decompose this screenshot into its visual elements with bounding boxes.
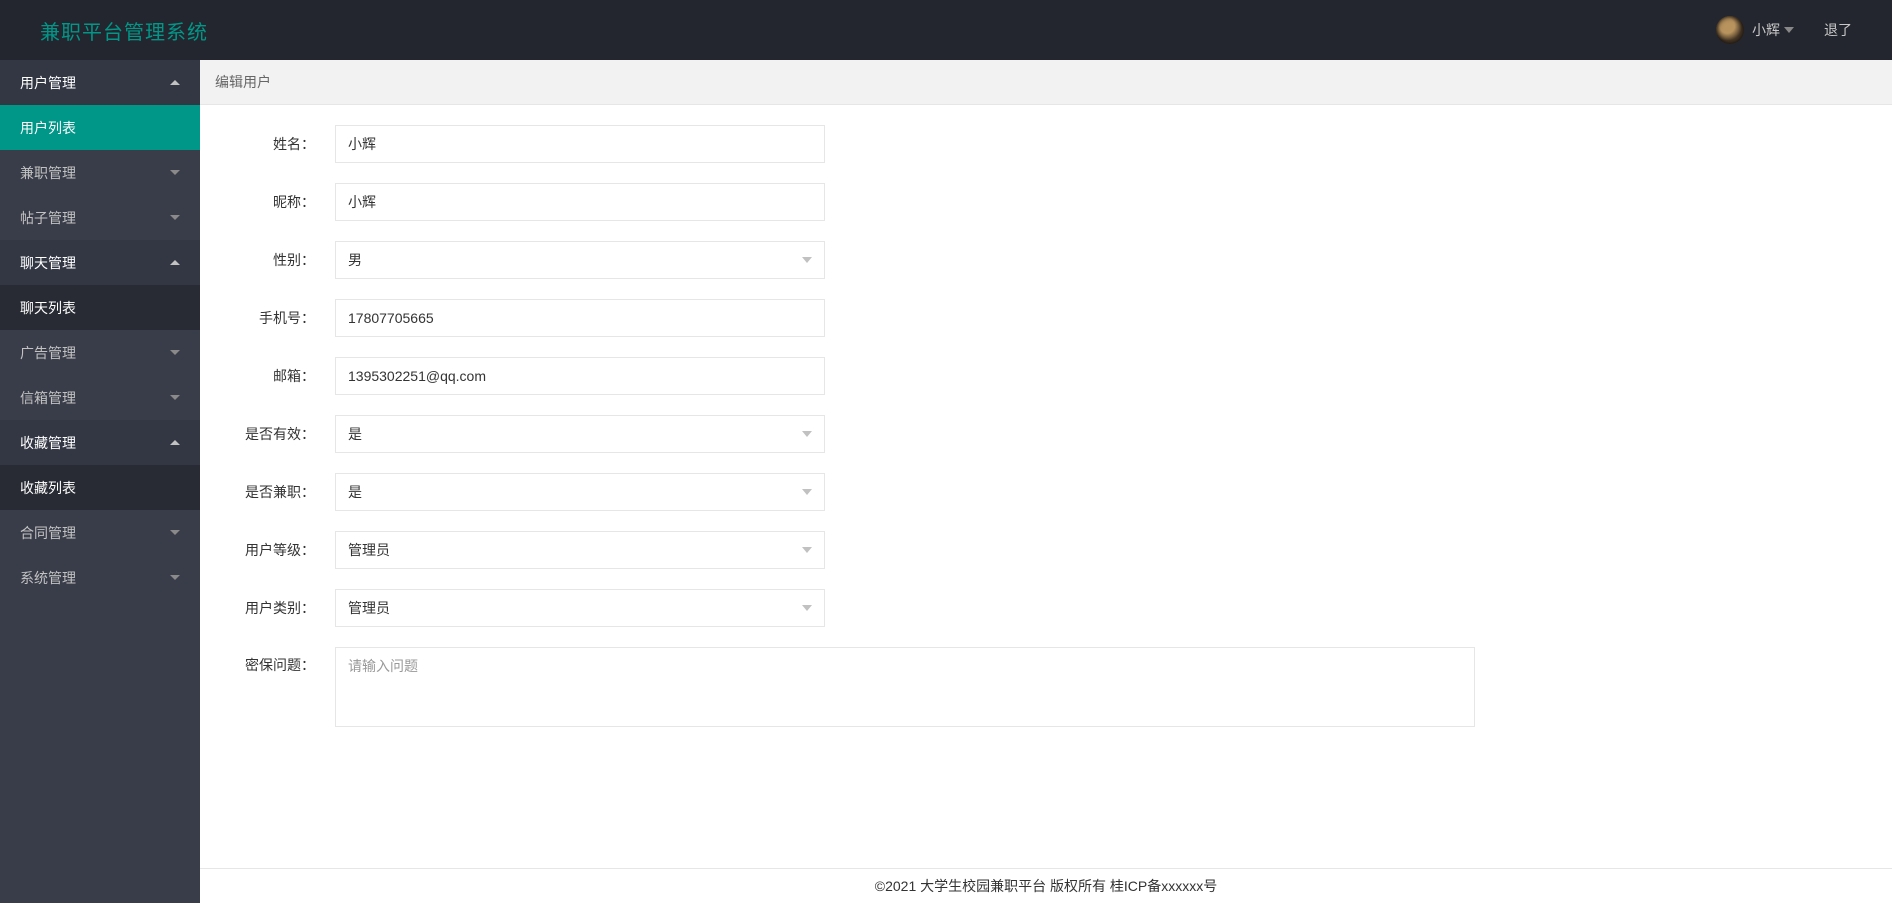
sidebar-item-fav-mgmt[interactable]: 收藏管理 <box>0 420 200 465</box>
nick-label: 昵称： <box>200 192 335 212</box>
chevron-down-icon <box>170 215 180 220</box>
gender-label: 性别： <box>200 250 335 270</box>
ispt-select[interactable]: 是 <box>335 473 825 511</box>
phone-label: 手机号： <box>200 308 335 328</box>
form-board: 姓名： 昵称： 性别： 男 手机号： <box>200 105 1892 903</box>
valid-select[interactable]: 是 <box>335 415 825 453</box>
sidebar-item-label: 合同管理 <box>20 523 76 543</box>
sidebar-item-label: 用户列表 <box>20 118 76 138</box>
chevron-up-icon <box>170 80 180 85</box>
user-dropdown[interactable]: 小辉 <box>1716 16 1794 44</box>
copyright-footer: ©2021 大学生校园兼职平台 版权所有 桂ICP备xxxxxx号 <box>200 868 1892 903</box>
type-value: 管理员 <box>348 598 390 618</box>
chevron-down-icon <box>170 530 180 535</box>
chevron-down-icon <box>802 431 812 437</box>
valid-value: 是 <box>348 424 362 444</box>
sidebar-item-label: 聊天列表 <box>20 298 76 318</box>
user-name-wrap: 小辉 <box>1752 20 1794 40</box>
page-title: 编辑用户 <box>200 60 1892 105</box>
secq-label: 密保问题： <box>200 647 335 675</box>
user-name: 小辉 <box>1752 20 1780 40</box>
chevron-down-icon <box>170 170 180 175</box>
sidebar: 用户管理 用户列表 兼职管理 帖子管理 聊天管理 聊天列表 广告管理 信箱管理 <box>0 60 200 903</box>
sidebar-item-contract-mgmt[interactable]: 合同管理 <box>0 510 200 555</box>
sidebar-item-label: 兼职管理 <box>20 163 76 183</box>
email-input[interactable] <box>335 357 825 395</box>
chevron-up-icon <box>170 440 180 445</box>
sidebar-item-post-mgmt[interactable]: 帖子管理 <box>0 195 200 240</box>
sidebar-item-label: 帖子管理 <box>20 208 76 228</box>
sidebar-item-label: 广告管理 <box>20 343 76 363</box>
secq-textarea[interactable] <box>335 647 1475 727</box>
sidebar-item-system-mgmt[interactable]: 系统管理 <box>0 555 200 600</box>
chevron-down-icon <box>802 489 812 495</box>
chevron-down-icon <box>802 605 812 611</box>
sidebar-item-user-mgmt[interactable]: 用户管理 <box>0 60 200 105</box>
sidebar-item-parttime-mgmt[interactable]: 兼职管理 <box>0 150 200 195</box>
sidebar-item-label: 聊天管理 <box>20 253 76 273</box>
level-select[interactable]: 管理员 <box>335 531 825 569</box>
content-pane: 编辑用户 点击此处返回 姓名： 昵称： 性别： 男 <box>200 60 1892 903</box>
caret-down-icon <box>1784 27 1794 33</box>
ispt-label: 是否兼职： <box>200 482 335 502</box>
level-label: 用户等级： <box>200 540 335 560</box>
chevron-down-icon <box>170 350 180 355</box>
sidebar-item-user-list[interactable]: 用户列表 <box>0 105 200 150</box>
phone-input[interactable] <box>335 299 825 337</box>
nick-input[interactable] <box>335 183 825 221</box>
sidebar-item-ad-mgmt[interactable]: 广告管理 <box>0 330 200 375</box>
sidebar-item-fav-list[interactable]: 收藏列表 <box>0 465 200 510</box>
gender-value: 男 <box>348 250 362 270</box>
gender-select[interactable]: 男 <box>335 241 825 279</box>
sidebar-item-label: 用户管理 <box>20 73 76 93</box>
main-row: 用户管理 用户列表 兼职管理 帖子管理 聊天管理 聊天列表 广告管理 信箱管理 <box>0 60 1892 903</box>
brand-title: 兼职平台管理系统 <box>40 16 208 45</box>
ispt-value: 是 <box>348 482 362 502</box>
user-area: 小辉 退了 <box>1716 16 1852 44</box>
sidebar-item-label: 收藏管理 <box>20 433 76 453</box>
chevron-up-icon <box>170 260 180 265</box>
valid-label: 是否有效： <box>200 424 335 444</box>
app-header: 兼职平台管理系统 小辉 退了 <box>0 0 1892 60</box>
avatar <box>1716 16 1744 44</box>
sidebar-item-chat-mgmt[interactable]: 聊天管理 <box>0 240 200 285</box>
level-value: 管理员 <box>348 540 390 560</box>
name-label: 姓名： <box>200 134 335 154</box>
sidebar-item-label: 系统管理 <box>20 568 76 588</box>
chevron-down-icon <box>802 547 812 553</box>
sidebar-item-label: 收藏列表 <box>20 478 76 498</box>
name-input[interactable] <box>335 125 825 163</box>
type-label: 用户类别： <box>200 598 335 618</box>
sidebar-item-mail-mgmt[interactable]: 信箱管理 <box>0 375 200 420</box>
chevron-down-icon <box>170 575 180 580</box>
sidebar-item-label: 信箱管理 <box>20 388 76 408</box>
chevron-down-icon <box>170 395 180 400</box>
logout-link[interactable]: 退了 <box>1824 20 1852 40</box>
sidebar-item-chat-list[interactable]: 聊天列表 <box>0 285 200 330</box>
type-select[interactable]: 管理员 <box>335 589 825 627</box>
chevron-down-icon <box>802 257 812 263</box>
email-label: 邮箱： <box>200 366 335 386</box>
